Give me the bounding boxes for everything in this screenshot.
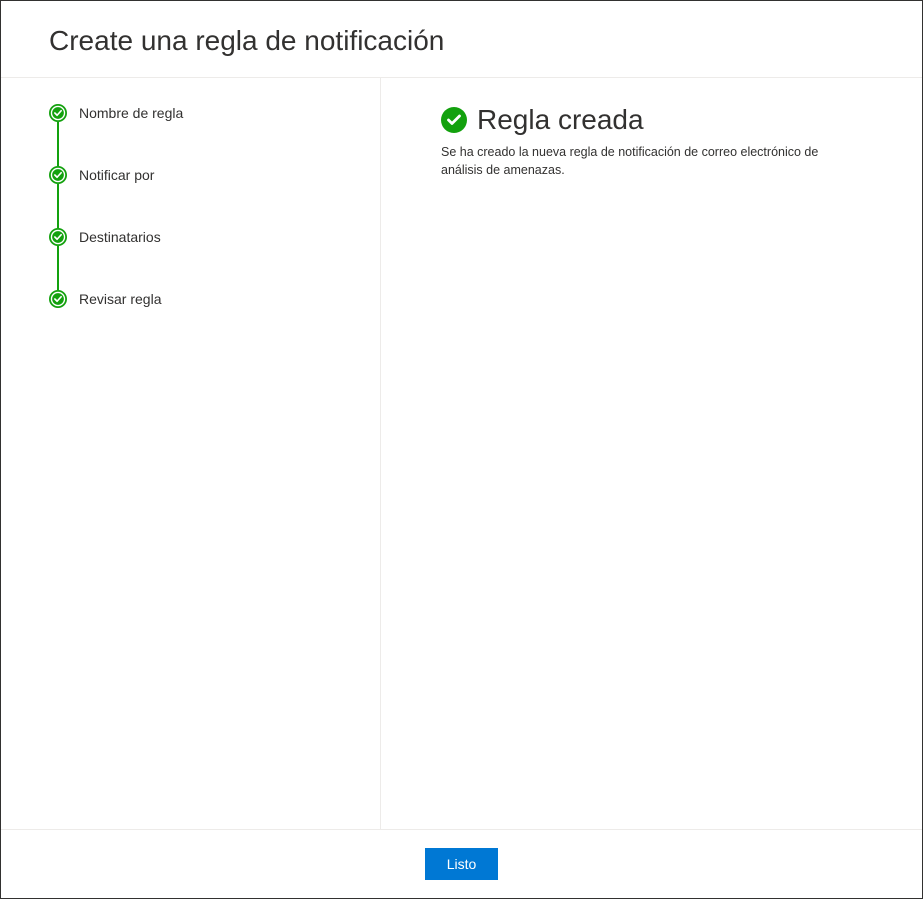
wizard-step-review: Revisar regla bbox=[49, 290, 332, 308]
wizard-step-label: Notificar por bbox=[79, 167, 154, 183]
wizard-step-name: Nombre de regla bbox=[49, 104, 332, 122]
dialog-title: Create una regla de notificación bbox=[49, 25, 874, 57]
create-notification-rule-dialog: Create una regla de notificación Nombre … bbox=[0, 0, 923, 899]
dialog-main: Regla creada Se ha creado la nueva regla… bbox=[381, 78, 922, 829]
checkmark-circle-icon bbox=[49, 228, 67, 246]
wizard-connector bbox=[49, 122, 332, 166]
wizard-connector bbox=[49, 184, 332, 228]
dialog-body: Nombre de regla Notificar por bbox=[1, 78, 922, 829]
success-description: Se ha creado la nueva regla de notificac… bbox=[441, 144, 862, 179]
wizard-steps: Nombre de regla Notificar por bbox=[49, 104, 332, 308]
wizard-step-label: Destinatarios bbox=[79, 229, 161, 245]
dialog-footer: Listo bbox=[1, 829, 922, 898]
success-checkmark-icon bbox=[441, 107, 467, 133]
wizard-step-label: Nombre de regla bbox=[79, 105, 183, 121]
checkmark-circle-icon bbox=[49, 290, 67, 308]
wizard-connector bbox=[49, 246, 332, 290]
success-title: Regla creada bbox=[477, 104, 644, 136]
wizard-sidebar: Nombre de regla Notificar por bbox=[1, 78, 381, 829]
dialog-header: Create una regla de notificación bbox=[1, 1, 922, 78]
checkmark-circle-icon bbox=[49, 166, 67, 184]
wizard-step-label: Revisar regla bbox=[79, 291, 161, 307]
checkmark-circle-icon bbox=[49, 104, 67, 122]
success-heading-row: Regla creada bbox=[441, 104, 862, 136]
wizard-step-notify: Notificar por bbox=[49, 166, 332, 184]
done-button[interactable]: Listo bbox=[425, 848, 499, 880]
wizard-step-recipients: Destinatarios bbox=[49, 228, 332, 246]
